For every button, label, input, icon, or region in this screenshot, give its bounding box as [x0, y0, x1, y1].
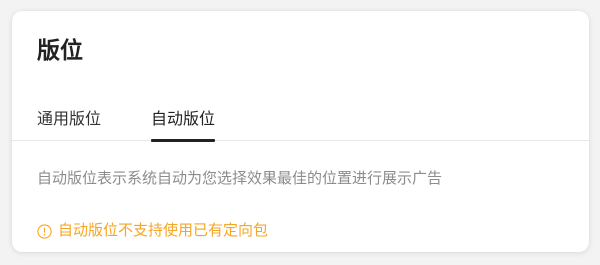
tab-auto-placement[interactable]: 自动版位	[151, 105, 216, 142]
warning-message: 自动版位不支持使用已有定向包	[37, 220, 268, 242]
active-tab-indicator	[151, 139, 216, 142]
tab-label: 通用版位	[37, 111, 102, 128]
card-title: 版位	[37, 37, 83, 63]
placement-card: 版位 通用版位 自动版位 自动版位表示系统自动为您选择效果最佳的位置进行展示广告…	[12, 11, 589, 252]
tab-label: 自动版位	[151, 111, 216, 128]
placement-tabs: 通用版位 自动版位	[12, 105, 589, 142]
tab-general-placement[interactable]: 通用版位	[37, 105, 101, 141]
info-circle-icon	[37, 223, 52, 239]
auto-placement-description: 自动版位表示系统自动为您选择效果最佳的位置进行展示广告	[37, 170, 443, 187]
warning-text: 自动版位不支持使用已有定向包	[58, 222, 269, 239]
